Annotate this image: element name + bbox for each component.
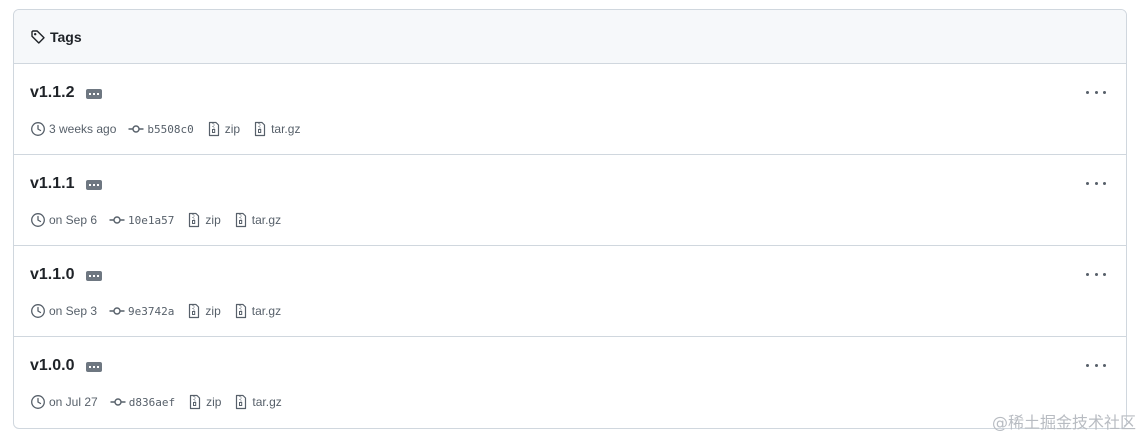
tag-date: on Sep 3 (30, 303, 97, 319)
file-zip-icon (233, 394, 249, 410)
tag-date-text: on Sep 3 (49, 304, 98, 318)
tag-list: v1.1.2 3 weeks ago b5508c0 zip tar.gz v1… (14, 64, 1126, 428)
file-zip-icon (186, 303, 202, 319)
file-zip-icon (187, 394, 203, 410)
kebab-horizontal-icon[interactable] (1086, 357, 1106, 373)
tag-title-line: v1.1.2 (30, 84, 103, 102)
git-commit-icon (109, 303, 125, 319)
clock-icon (30, 303, 46, 319)
expand-details-button[interactable] (86, 89, 103, 99)
tag-row: v1.1.2 3 weeks ago b5508c0 zip tar.gz (14, 64, 1126, 155)
git-commit-icon (109, 212, 125, 228)
tag-meta: on Sep 3 9e3742a zip tar.gz (30, 303, 293, 319)
zip-download[interactable]: zip (187, 394, 221, 410)
targz-download-link[interactable]: tar.gz (252, 395, 281, 409)
tag-meta: on Sep 6 10e1a57 zip tar.gz (30, 212, 293, 228)
targz-download-link[interactable]: tar.gz (252, 213, 281, 227)
kebab-horizontal-icon[interactable] (1086, 175, 1106, 191)
tag-name-link[interactable]: v1.1.1 (30, 175, 74, 193)
file-zip-icon (186, 212, 202, 228)
tag-title-line: v1.1.1 (30, 175, 103, 193)
tag-date-text: 3 weeks ago (49, 122, 117, 136)
clock-icon (30, 212, 46, 228)
zip-download[interactable]: zip (186, 303, 221, 319)
commit-sha-link[interactable]: d836aef (129, 396, 175, 409)
zip-download[interactable]: zip (186, 212, 221, 228)
tag-icon (30, 29, 46, 45)
tag-commit[interactable]: 10e1a57 (109, 212, 174, 228)
tag-title-line: v1.1.0 (30, 266, 103, 284)
tag-commit[interactable]: d836aef (110, 394, 175, 410)
tag-date-text: on Sep 6 (49, 213, 98, 227)
tag-row: v1.1.1 on Sep 6 10e1a57 zip tar.gz (14, 155, 1126, 246)
tag-date: on Jul 27 (30, 394, 98, 410)
watermark: @稀土掘金技术社区 (991, 413, 1136, 432)
file-zip-icon (252, 121, 268, 137)
tags-header: Tags (14, 10, 1126, 64)
git-commit-icon (110, 394, 126, 410)
expand-details-button[interactable] (86, 362, 103, 372)
targz-download-link[interactable]: tar.gz (252, 304, 281, 318)
tag-meta: on Jul 27 d836aef zip tar.gz (30, 394, 294, 410)
tag-title-line: v1.0.0 (30, 357, 103, 375)
zip-download-link[interactable]: zip (225, 122, 240, 136)
git-commit-icon (128, 121, 144, 137)
expand-details-button[interactable] (86, 180, 103, 190)
tag-name-link[interactable]: v1.1.2 (30, 84, 74, 102)
commit-sha-link[interactable]: b5508c0 (147, 123, 193, 136)
targz-download[interactable]: tar.gz (233, 212, 281, 228)
page-title: Tags (50, 28, 82, 45)
clock-icon (30, 121, 46, 137)
tag-name-link[interactable]: v1.1.0 (30, 266, 74, 284)
zip-download-link[interactable]: zip (205, 213, 220, 227)
clock-icon (30, 394, 46, 410)
targz-download[interactable]: tar.gz (233, 303, 281, 319)
targz-download[interactable]: tar.gz (252, 121, 300, 137)
targz-download[interactable]: tar.gz (233, 394, 282, 410)
commit-sha-link[interactable]: 9e3742a (128, 305, 174, 318)
tag-meta: 3 weeks ago b5508c0 zip tar.gz (30, 121, 312, 137)
tag-date-text: on Jul 27 (49, 395, 98, 409)
kebab-horizontal-icon[interactable] (1086, 266, 1106, 282)
tag-row: v1.0.0 on Jul 27 d836aef zip tar.gz (14, 337, 1126, 428)
tag-name-link[interactable]: v1.0.0 (30, 357, 74, 375)
zip-download-link[interactable]: zip (205, 304, 220, 318)
targz-download-link[interactable]: tar.gz (271, 122, 300, 136)
file-zip-icon (206, 121, 222, 137)
file-zip-icon (233, 303, 249, 319)
kebab-horizontal-icon[interactable] (1086, 84, 1106, 100)
commit-sha-link[interactable]: 10e1a57 (128, 214, 174, 227)
tag-commit[interactable]: b5508c0 (128, 121, 194, 137)
zip-download-link[interactable]: zip (206, 395, 221, 409)
tag-commit[interactable]: 9e3742a (109, 303, 174, 319)
expand-details-button[interactable] (86, 271, 103, 281)
tags-panel: Tags v1.1.2 3 weeks ago b5508c0 zip tar.… (13, 9, 1127, 429)
tag-date: on Sep 6 (30, 212, 97, 228)
zip-download[interactable]: zip (206, 121, 240, 137)
file-zip-icon (233, 212, 249, 228)
tag-row: v1.1.0 on Sep 3 9e3742a zip tar.gz (14, 246, 1126, 337)
tag-date: 3 weeks ago (30, 121, 116, 137)
